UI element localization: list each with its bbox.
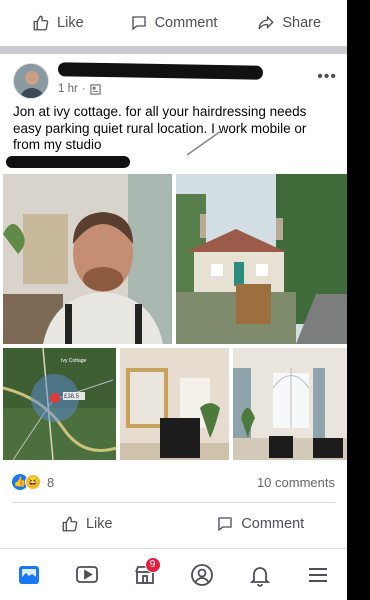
screen: Like Comment Share 1 hr · ••• Jon at ivy… <box>0 0 347 600</box>
bottom-nav-bar: 9 <box>0 548 347 600</box>
comments-count[interactable]: 10 comments <box>257 475 335 490</box>
thumbs-up-icon <box>33 15 49 31</box>
hamburger-menu-icon <box>309 567 328 582</box>
user-avatar-icon <box>14 64 48 98</box>
news-feed-icon <box>18 565 39 584</box>
thumbs-up-icon <box>62 516 78 532</box>
post-like-button[interactable]: Like <box>0 515 174 533</box>
post-like-label: Like <box>85 516 113 532</box>
author-name-redacted <box>57 62 264 80</box>
nav-profile[interactable] <box>182 555 222 595</box>
comment-label: Comment <box>154 15 218 31</box>
reaction-summary[interactable]: 👍 😆 8 <box>12 474 54 490</box>
nav-news-feed[interactable] <box>9 555 49 595</box>
post-action-row: Like Comment <box>0 503 347 545</box>
share-arrow-icon <box>258 15 275 30</box>
map-photo[interactable]: £38.5 Ivy Cottage <box>3 348 116 460</box>
nav-notifications[interactable] <box>240 555 280 595</box>
cottage-photo[interactable] <box>176 174 347 344</box>
post-header: 1 hr · ••• <box>0 54 347 99</box>
share-button[interactable]: Share <box>231 14 347 32</box>
meta-dot: · <box>81 83 86 95</box>
post-meta: 1 hr · <box>58 83 101 95</box>
map-scale-text: £38.5 <box>64 394 80 400</box>
haha-reaction-icon: 😆 <box>25 474 41 490</box>
post-comment-label: Comment <box>241 516 305 532</box>
privacy-icon <box>90 83 101 95</box>
speech-bubble-icon <box>218 517 232 532</box>
post-text-block: Jon at ivy cottage. for all your hairdre… <box>0 98 347 172</box>
photo-grid: £38.5 Ivy Cottage <box>0 172 347 462</box>
nav-watch[interactable] <box>67 555 107 595</box>
nav-marketplace[interactable]: 9 <box>125 555 165 595</box>
like-label: Like <box>57 15 84 31</box>
redacted-text <box>6 156 130 168</box>
comment-button[interactable]: Comment <box>116 14 232 32</box>
reactions-row: 👍 😆 8 10 comments <box>0 462 347 502</box>
top-action-row: Like Comment Share <box>0 0 347 46</box>
profile-icon <box>191 563 214 586</box>
share-label: Share <box>282 15 322 31</box>
nav-menu[interactable] <box>298 555 338 595</box>
notification-badge: 9 <box>144 556 161 573</box>
post-text: Jon at ivy cottage. for all your hairdre… <box>13 104 307 152</box>
watch-video-icon <box>75 565 98 583</box>
reaction-count: 8 <box>47 474 55 490</box>
map-pin-label: Ivy Cottage <box>61 358 87 364</box>
more-options-icon[interactable]: ••• <box>317 68 337 86</box>
speech-bubble-icon <box>131 16 146 31</box>
bell-icon <box>250 566 271 587</box>
scribble-mark <box>186 130 222 156</box>
studio-interior-photo[interactable] <box>120 348 229 460</box>
post-comment-button[interactable]: Comment <box>174 515 348 533</box>
man-portrait-photo[interactable] <box>3 174 172 344</box>
post-time: 1 hr <box>58 83 78 95</box>
avatar[interactable] <box>13 63 49 99</box>
post-separator <box>0 46 347 54</box>
like-button[interactable]: Like <box>0 14 116 32</box>
window-room-photo[interactable] <box>233 348 347 460</box>
